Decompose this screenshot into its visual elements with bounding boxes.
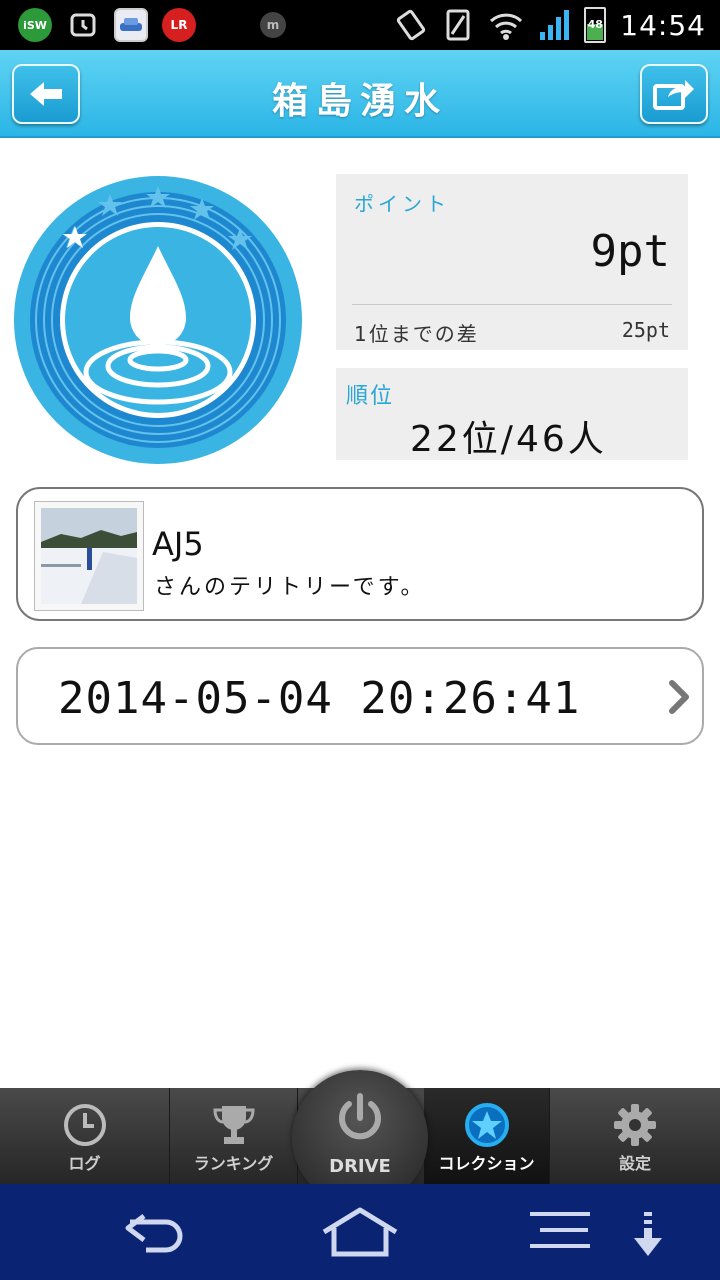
checkin-datetime: 2014-05-04 20:26:41 — [58, 673, 581, 724]
download-icon[interactable] — [630, 1212, 666, 1258]
power-icon — [339, 1093, 381, 1140]
tab-label: ログ — [68, 1154, 101, 1173]
territory-owner: AJ5 — [152, 525, 204, 563]
tab-collection[interactable]: コレクション — [424, 1088, 550, 1184]
vibrate-icon — [446, 9, 470, 41]
home-icon[interactable] — [320, 1206, 400, 1258]
system-nav-bar — [0, 1184, 720, 1280]
rotate-icon — [397, 9, 426, 41]
tab-label: DRIVE — [329, 1156, 391, 1177]
alarm-icon — [66, 8, 100, 42]
tab-label: ランキング — [193, 1154, 274, 1173]
clock-time: 14:54 — [620, 8, 706, 42]
trophy-icon — [212, 1106, 255, 1144]
rank-panel: 順位 22位/46人 — [336, 368, 688, 460]
menu-icon[interactable] — [526, 1206, 594, 1254]
wifi-icon — [490, 13, 523, 40]
clock-icon — [63, 1104, 106, 1146]
page-title: 箱島湧水 — [271, 81, 448, 122]
rank-value: 22位/46人 — [410, 419, 607, 460]
share-button[interactable] — [640, 64, 708, 124]
tab-label: 設定 — [618, 1154, 651, 1173]
m-icon: m — [260, 12, 286, 38]
lr-icon: LR — [162, 8, 196, 42]
points-panel: ポイント 9pt 1位までの差 25pt — [336, 174, 688, 350]
rank-label: 順位 — [346, 384, 395, 409]
gear-icon — [614, 1104, 656, 1146]
divider — [352, 304, 672, 305]
snow-scene-image — [41, 508, 137, 604]
signal-icon — [540, 10, 570, 40]
points-value: 9pt — [590, 226, 670, 277]
status-bar: iSW LR m 48 14:54 — [0, 0, 720, 50]
share-icon — [653, 80, 694, 110]
diff-to-first-value: 25pt — [621, 318, 670, 342]
territory-text: さんのテリトリーです。 — [154, 575, 426, 600]
star-icon — [464, 1103, 509, 1147]
points-label: ポイント — [354, 192, 450, 216]
app-header: 箱島湧水 — [0, 50, 720, 138]
water-spring-badge — [14, 176, 302, 464]
tab-settings[interactable]: 設定 — [550, 1088, 720, 1184]
tab-ranking[interactable]: ランキング — [170, 1088, 298, 1184]
territory-card[interactable]: AJ5 さんのテリトリーです。 — [16, 487, 704, 621]
checkin-datetime-row[interactable]: 2014-05-04 20:26:41 — [16, 647, 704, 745]
battery-icon: 48 — [584, 7, 607, 43]
back-icon[interactable] — [122, 1206, 190, 1256]
tab-label: コレクション — [438, 1154, 535, 1173]
diff-to-first-label: 1位までの差 — [354, 322, 479, 346]
isw-icon: iSW — [18, 8, 52, 42]
tab-log[interactable]: ログ — [0, 1088, 170, 1184]
territory-photo — [34, 501, 144, 611]
battery-level: 48 — [587, 18, 603, 31]
car-app-icon — [114, 8, 148, 42]
chevron-right-icon — [669, 680, 689, 714]
